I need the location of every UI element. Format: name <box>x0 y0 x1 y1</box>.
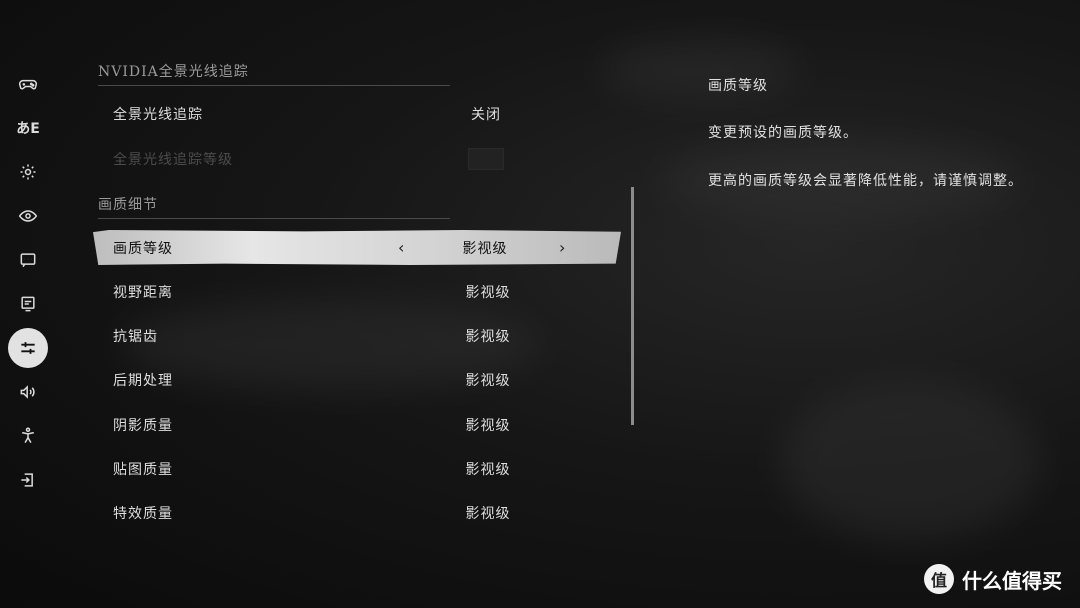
watermark-text: 什么值得买 <box>962 568 1062 593</box>
exit-icon <box>21 473 33 487</box>
section-header-quality: 画质细节 <box>98 194 450 219</box>
chevron-right-icon[interactable]: › <box>559 238 566 257</box>
nav-graphics[interactable] <box>8 328 48 368</box>
setting-label: 视野距离 <box>113 284 173 301</box>
setting-value: 关闭 <box>471 106 501 123</box>
watermark: 值 什么值得买 <box>924 564 1062 594</box>
setting-value: 影视级 <box>465 372 511 389</box>
setting-row-texture-quality[interactable]: 贴图质量 影视级 <box>93 451 621 486</box>
section-header-raytracing: NVIDIA全景光线追踪 <box>98 61 450 86</box>
setting-value: 影视级 <box>465 328 511 345</box>
nav-audio[interactable] <box>8 372 48 412</box>
setting-value: 影视级 <box>465 505 511 522</box>
setting-label: 特效质量 <box>113 505 173 522</box>
monitor-icon <box>21 296 35 312</box>
setting-row-view-distance[interactable]: 视野距离 影视级 <box>93 274 621 309</box>
setting-value: 影视级 <box>465 417 511 434</box>
description-title: 画质等级 <box>708 78 768 94</box>
speaker-icon <box>20 385 35 399</box>
chevron-left-icon[interactable]: ‹ <box>398 238 405 257</box>
nav-gamepad[interactable] <box>8 64 48 104</box>
setting-label: 全景光线追踪等级 <box>113 151 233 168</box>
language-icon: あE <box>16 121 40 137</box>
setting-row-quality-level[interactable]: 画质等级 ‹ 影视级 › <box>93 230 621 265</box>
chat-icon <box>20 253 36 268</box>
setting-row-raytracing-level: 全景光线追踪等级 <box>93 141 621 176</box>
nav-accessibility[interactable] <box>8 416 48 456</box>
setting-label: 阴影质量 <box>113 417 173 434</box>
nav-exit[interactable] <box>8 460 48 500</box>
setting-label: 后期处理 <box>113 372 173 389</box>
description-text: 变更预设的画质等级。 <box>708 125 858 141</box>
accessibility-icon <box>22 427 34 444</box>
setting-label: 贴图质量 <box>113 461 173 478</box>
eye-icon <box>18 210 38 222</box>
gear-icon <box>20 164 36 180</box>
setting-label: 画质等级 <box>113 240 173 257</box>
nav-general[interactable] <box>8 152 48 192</box>
gamepad-icon <box>18 79 38 90</box>
setting-label: 全景光线追踪 <box>113 106 203 123</box>
raytracing-level-control <box>468 148 504 170</box>
setting-row-shadow-quality[interactable]: 阴影质量 影视级 <box>93 407 621 442</box>
setting-value: 影视级 <box>465 284 511 301</box>
setting-row-effects-quality[interactable]: 特效质量 影视级 <box>93 495 621 530</box>
watermark-logo: 值 <box>924 564 954 594</box>
nav-language[interactable]: あE <box>8 108 48 148</box>
description-warning: 更高的画质等级会显著降低性能，请谨慎调整。 <box>708 173 1023 189</box>
setting-row-raytracing[interactable]: 全景光线追踪 关闭 <box>93 96 621 131</box>
nav-display[interactable] <box>8 196 48 236</box>
setting-label: 抗锯齿 <box>113 328 158 345</box>
nav-interface[interactable] <box>8 284 48 324</box>
nav-subtitles[interactable] <box>8 240 48 280</box>
sliders-icon <box>21 342 35 354</box>
setting-value: 影视级 <box>462 240 508 257</box>
setting-row-post-processing[interactable]: 后期处理 影视级 <box>93 362 621 397</box>
settings-scrollbar[interactable] <box>631 187 634 425</box>
setting-row-antialiasing[interactable]: 抗锯齿 影视级 <box>93 318 621 353</box>
setting-value: 影视级 <box>465 461 511 478</box>
